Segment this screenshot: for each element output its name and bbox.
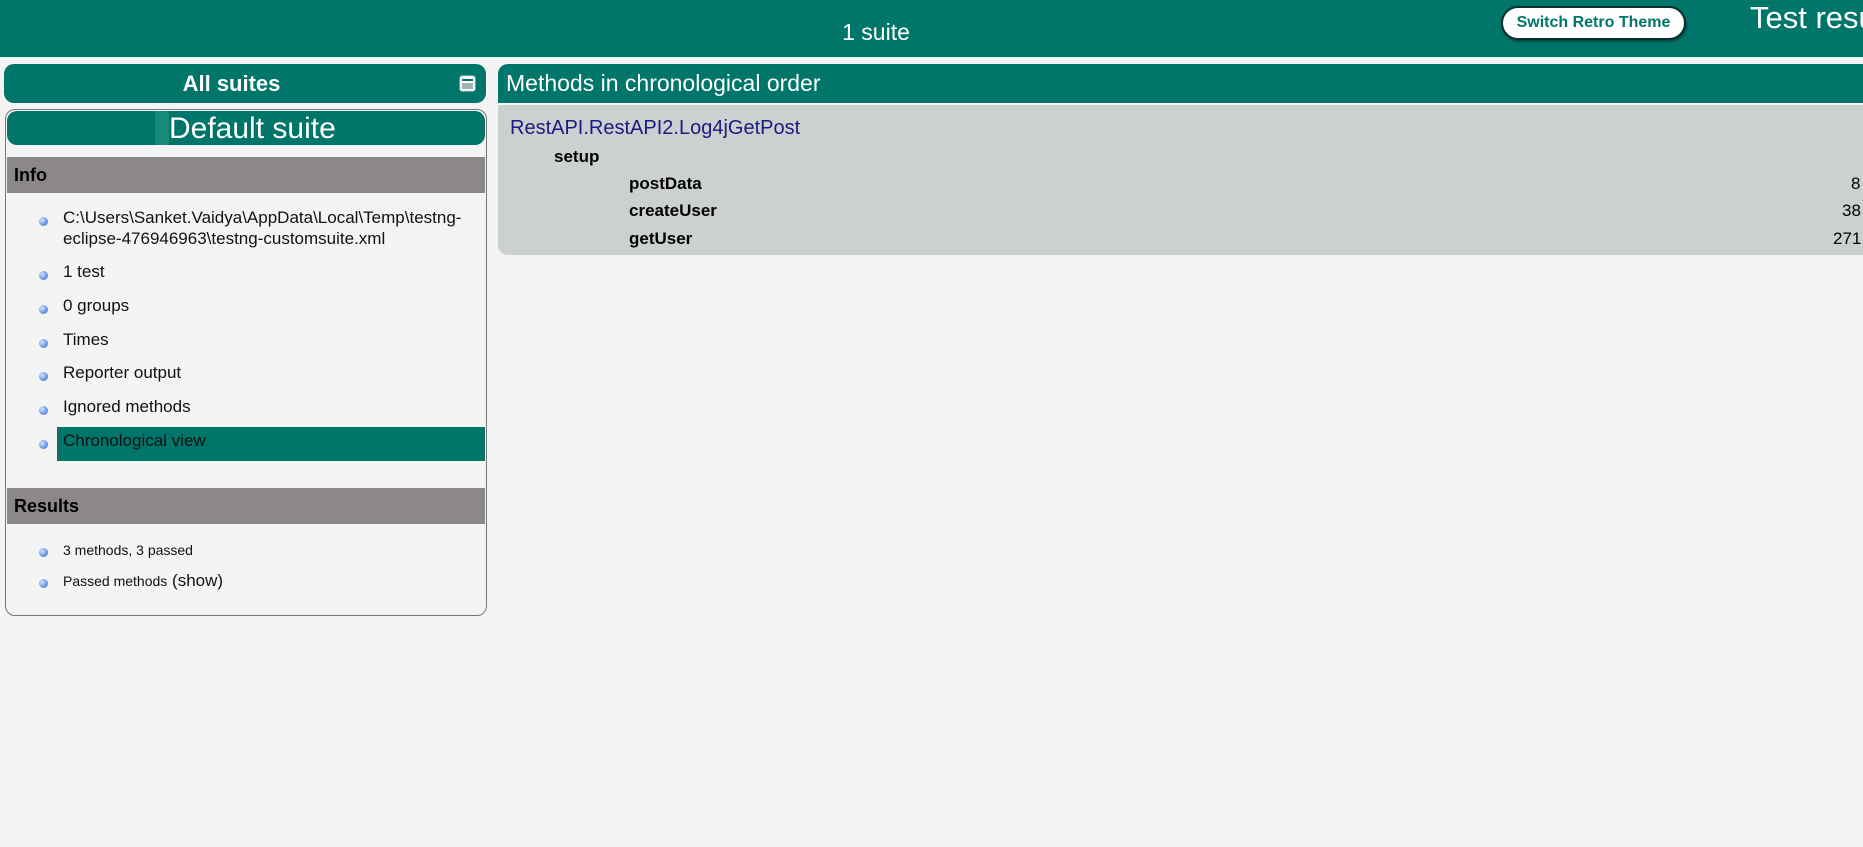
bullet-icon [39,217,48,226]
bullet-icon [39,372,48,381]
method-name: postData [629,174,702,193]
default-suite-label[interactable]: Default suite [169,112,336,145]
bullet-icon [39,406,48,415]
methods-header: Methods in chronological order [498,64,1863,103]
reporter-output-link[interactable]: Reporter output [63,363,181,383]
collapse-icon[interactable] [459,75,476,92]
passed-methods-row: Passed methods (show) [63,571,223,591]
show-passed-methods-link[interactable]: (show) [172,571,223,590]
test-class-name[interactable]: RestAPI.RestAPI2.Log4jGetPost [510,117,800,140]
ignored-methods-link[interactable]: Ignored methods [63,397,191,417]
suite-path-line1: C:\Users\Sanket.Vaidya\AppData\Local\Tem… [63,208,462,227]
all-suites-bar[interactable]: All suites [4,64,486,103]
bullet-icon [39,548,48,557]
setup-label: setup [554,147,600,166]
methods-panel: RestAPI.RestAPI2.Log4jGetPost setup post… [498,105,1863,255]
method-time: 38 [1842,201,1861,220]
times-link[interactable]: Times [63,330,109,350]
bullet-icon [39,271,48,280]
all-suites-label[interactable]: All suites [4,71,459,97]
switch-retro-theme-button[interactable]: Switch Retro Theme [1501,6,1686,40]
results-section-header: Results [7,488,485,524]
method-time: 8 [1851,174,1861,193]
method-name: getUser [629,229,693,248]
suite-count-title: 1 suite [842,19,910,45]
groups-link[interactable]: 0 groups [63,296,129,316]
method-name: createUser [629,201,717,220]
chronological-view-link[interactable]: Chronological view [63,431,206,451]
bullet-icon [39,305,48,314]
bullet-icon [39,440,48,449]
bullet-icon [39,339,48,348]
default-suite-bar[interactable]: Default suite [7,111,485,145]
suite-accent [155,111,169,145]
passed-methods-label: Passed methods [63,573,168,589]
tests-link[interactable]: 1 test [63,262,105,282]
bullet-icon [39,579,48,588]
report-title: Test results [1750,0,1863,35]
suite-path-line2: eclipse-476946963\testng-customsuite.xml [63,229,386,248]
top-bar: 1 suite Switch Retro Theme Test results [0,0,1863,57]
info-section-header: Info [7,157,485,193]
suite-panel: Default suite Info C:\Users\Sanket.Vaidy… [5,109,487,616]
results-summary: 3 methods, 3 passed [63,542,193,558]
method-time: 271 [1833,229,1862,248]
